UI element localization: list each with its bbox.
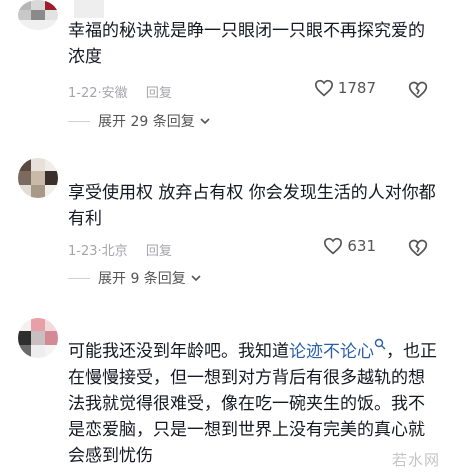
expand-replies-button[interactable]: 展开 9 条回复 [68, 268, 203, 288]
heart-outline-icon [314, 79, 333, 97]
divider-line [68, 120, 90, 122]
comment-meta: 1-23·北京 回复 [68, 244, 172, 259]
chevron-down-icon [200, 118, 210, 125]
watermark: 若水网 [391, 451, 440, 469]
comment-location: 北京 [101, 244, 128, 259]
like-button[interactable]: 1787 [314, 79, 376, 97]
comment-text-part: 可能我还没到年龄吧。我知道 [68, 341, 289, 362]
comment-text: 可能我还没到年龄吧。我知道论迹不论心 ，也正在慢慢接受，但一想到对方背后有很多越轨… [68, 338, 438, 469]
comment-date: 1-23 [68, 244, 98, 259]
expand-replies-label: 展开 29 条回复 [98, 114, 195, 130]
divider-line [68, 277, 90, 279]
comment-text: 享受使用权 放弃占有权 你会发现生活的人对你都有利 [68, 183, 436, 229]
search-icon [374, 338, 386, 350]
expand-replies-label: 展开 9 条回复 [98, 271, 186, 287]
avatar[interactable] [18, 0, 58, 30]
like-button[interactable]: 631 [323, 237, 376, 255]
heart-broken-icon[interactable] [408, 80, 428, 100]
chevron-down-icon [191, 275, 201, 282]
like-count: 631 [347, 237, 376, 255]
like-count: 1787 [337, 79, 376, 97]
comment-date: 1-22 [68, 86, 98, 101]
search-link-label: 论迹不论心 [289, 341, 374, 362]
reply-button[interactable]: 回复 [146, 86, 172, 101]
expand-replies-button[interactable]: 展开 29 条回复 [68, 111, 212, 131]
reply-button[interactable]: 回复 [146, 244, 172, 259]
comment-meta: 1-22·安徽 回复 [68, 86, 172, 101]
comment-text: 幸福的秘诀就是睁一只眼闭一只眼不再探究爱的浓度 [68, 21, 425, 67]
avatar[interactable] [18, 318, 58, 358]
heart-outline-icon [324, 237, 343, 255]
heart-broken-icon[interactable] [408, 238, 428, 258]
partial-element-top [74, 0, 104, 18]
search-link[interactable]: 论迹不论心 [289, 338, 386, 362]
comment-location: 安徽 [101, 86, 128, 101]
avatar[interactable] [18, 158, 58, 198]
